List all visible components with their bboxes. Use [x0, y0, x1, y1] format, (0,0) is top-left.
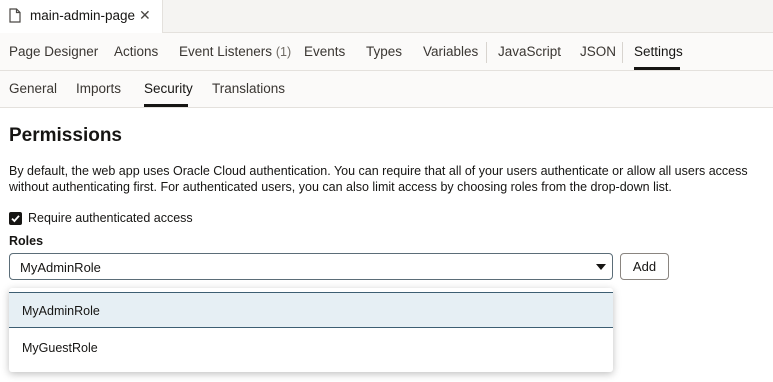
- option-label: MyGuestRole: [22, 341, 98, 355]
- tab-types[interactable]: Types: [366, 44, 402, 59]
- permissions-description: By default, the web app uses Oracle Clou…: [9, 164, 748, 194]
- active-tab-indicator: [634, 67, 680, 70]
- tab-event-listeners[interactable]: Event Listeners (1): [179, 44, 291, 59]
- require-auth-checkbox[interactable]: [9, 212, 22, 225]
- subtab-translations[interactable]: Translations: [212, 81, 285, 96]
- event-listeners-count: (1): [275, 45, 292, 59]
- file-tab-strip: main-admin-page ✕: [0, 0, 773, 33]
- checkmark-icon: [11, 215, 20, 223]
- tab-json[interactable]: JSON: [580, 44, 616, 59]
- tab-variables[interactable]: Variables: [423, 44, 478, 59]
- designer-tab-bar: Page Designer Actions Event Listeners (1…: [0, 33, 773, 71]
- require-auth-label[interactable]: Require authenticated access: [28, 211, 193, 225]
- page-title: Permissions: [9, 125, 122, 146]
- roles-label: Roles: [9, 234, 44, 248]
- tab-events[interactable]: Events: [304, 44, 345, 59]
- caret-down-icon[interactable]: [596, 264, 606, 270]
- option-label: MyAdminRole: [22, 304, 100, 318]
- file-icon: [9, 8, 21, 23]
- add-role-button[interactable]: Add: [620, 253, 669, 280]
- roles-select-value: MyAdminRole: [20, 260, 101, 275]
- subtab-imports[interactable]: Imports: [76, 81, 121, 96]
- tab-divider: [622, 42, 623, 63]
- tab-settings[interactable]: Settings: [634, 44, 683, 59]
- dropdown-option-my-guest-role[interactable]: MyGuestRole: [9, 330, 613, 366]
- active-subtab-indicator: [144, 104, 188, 107]
- tab-divider: [486, 42, 487, 63]
- tab-page-designer[interactable]: Page Designer: [9, 44, 98, 59]
- tab-event-listeners-label: Event Listeners: [179, 44, 273, 59]
- subtab-general[interactable]: General: [9, 81, 57, 96]
- file-tab-label: main-admin-page: [30, 8, 136, 23]
- dropdown-option-my-admin-role[interactable]: MyAdminRole: [9, 292, 613, 328]
- roles-dropdown-list: MyAdminRole MyGuestRole: [9, 288, 613, 372]
- settings-subtab-bar: General Imports Security Translations: [0, 71, 773, 108]
- roles-select[interactable]: MyAdminRole: [9, 253, 613, 280]
- file-tab-main-admin-page[interactable]: main-admin-page ✕: [0, 0, 163, 33]
- tab-javascript[interactable]: JavaScript: [498, 44, 561, 59]
- subtab-security[interactable]: Security: [144, 81, 193, 96]
- close-icon[interactable]: ✕: [139, 7, 151, 24]
- tab-actions[interactable]: Actions: [114, 44, 158, 59]
